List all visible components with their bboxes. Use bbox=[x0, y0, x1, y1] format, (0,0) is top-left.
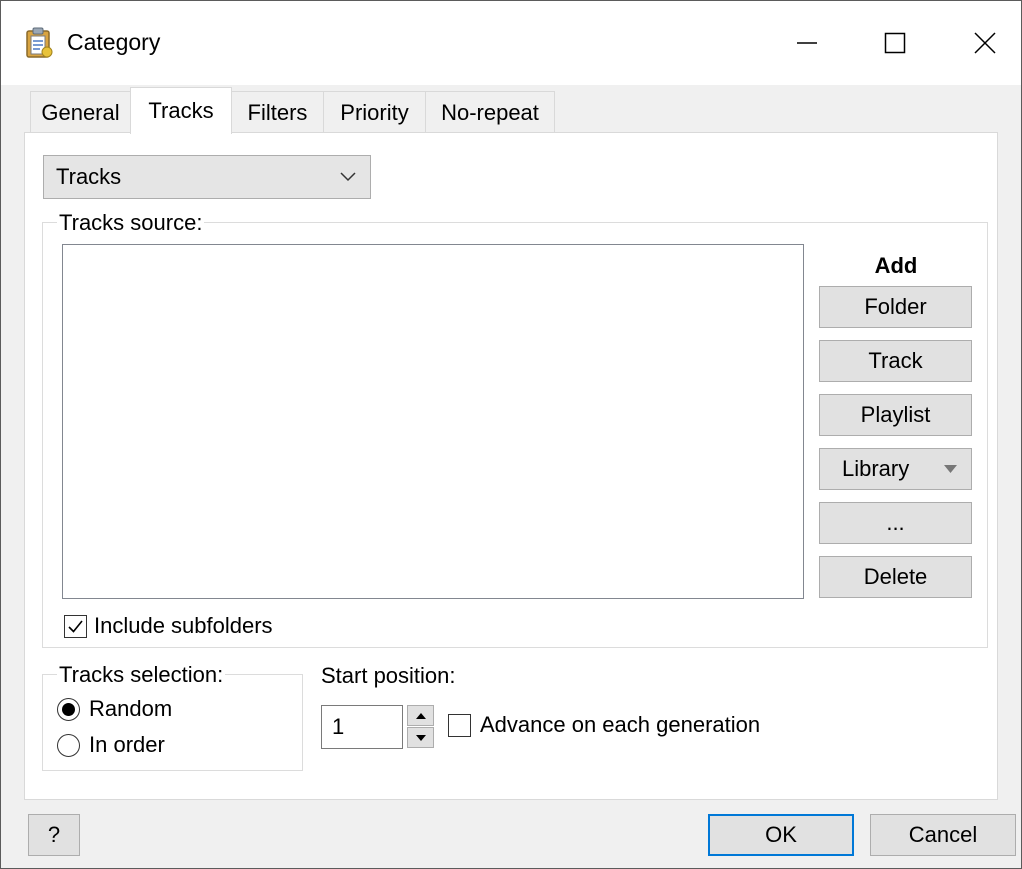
dropdown-arrow-icon bbox=[944, 465, 957, 473]
tab-no-repeat[interactable]: No-repeat bbox=[425, 91, 555, 133]
tab-tracks-label: Tracks bbox=[148, 98, 214, 123]
triangle-down-icon bbox=[415, 734, 426, 741]
clipboard-icon bbox=[25, 27, 53, 59]
add-library-label: Library bbox=[842, 456, 910, 481]
tab-general[interactable]: General bbox=[30, 91, 131, 133]
triangle-up-icon bbox=[415, 712, 426, 719]
add-track-label: Track bbox=[868, 348, 923, 373]
tab-general-label: General bbox=[41, 99, 120, 125]
random-label: Random bbox=[89, 696, 173, 721]
spin-up-button[interactable] bbox=[407, 705, 434, 726]
more-label: ... bbox=[886, 510, 905, 535]
source-type-value: Tracks bbox=[56, 164, 122, 189]
minimize-icon bbox=[797, 42, 817, 44]
ok-button[interactable]: OK bbox=[708, 814, 854, 856]
cancel-label: Cancel bbox=[908, 822, 978, 847]
add-heading: Add bbox=[874, 253, 918, 278]
in-order-radio[interactable] bbox=[57, 734, 80, 757]
title-bar[interactable]: Category bbox=[1, 1, 1021, 85]
advance-checkbox[interactable] bbox=[448, 714, 471, 737]
tab-priority[interactable]: Priority bbox=[323, 91, 426, 133]
include-subfolders-checkbox[interactable] bbox=[64, 615, 87, 638]
close-icon bbox=[974, 32, 996, 54]
tab-no-repeat-label: No-repeat bbox=[441, 99, 539, 125]
delete-button[interactable]: Delete bbox=[819, 556, 972, 598]
window-title: Category bbox=[67, 29, 161, 55]
add-playlist-label: Playlist bbox=[860, 402, 931, 427]
tracks-source-list[interactable] bbox=[62, 244, 804, 599]
tracks-selection-legend: Tracks selection: bbox=[57, 662, 226, 688]
more-button[interactable]: ... bbox=[819, 502, 972, 544]
add-playlist-button[interactable]: Playlist bbox=[819, 394, 972, 436]
start-position-value: 1 bbox=[332, 714, 345, 739]
in-order-label: In order bbox=[89, 732, 165, 757]
category-dialog: Category General Tracks Filters Priority bbox=[0, 0, 1022, 869]
maximize-button[interactable] bbox=[861, 1, 929, 85]
add-folder-label: Folder bbox=[864, 294, 927, 319]
close-button[interactable] bbox=[951, 1, 1019, 85]
include-subfolders-label: Include subfolders bbox=[94, 613, 273, 638]
tracks-source-legend: Tracks source: bbox=[57, 210, 205, 236]
cancel-button[interactable]: Cancel bbox=[870, 814, 1016, 856]
help-button[interactable]: ? bbox=[28, 814, 80, 856]
spin-down-button[interactable] bbox=[407, 727, 434, 748]
tab-tracks[interactable]: Tracks bbox=[130, 87, 232, 134]
delete-label: Delete bbox=[863, 564, 928, 589]
add-track-button[interactable]: Track bbox=[819, 340, 972, 382]
start-position-label: Start position: bbox=[321, 663, 456, 688]
tab-priority-label: Priority bbox=[340, 99, 409, 125]
checkmark-icon bbox=[68, 620, 83, 633]
ok-label: OK bbox=[765, 822, 797, 847]
add-library-button[interactable]: Library bbox=[819, 448, 972, 490]
random-radio[interactable] bbox=[57, 698, 80, 721]
advance-label: Advance on each generation bbox=[480, 712, 761, 737]
start-position-input[interactable]: 1 bbox=[321, 705, 403, 749]
help-label: ? bbox=[47, 822, 61, 847]
add-folder-button[interactable]: Folder bbox=[819, 286, 972, 328]
maximize-icon bbox=[884, 32, 906, 54]
source-type-dropdown[interactable]: Tracks bbox=[43, 155, 371, 199]
tab-filters-label: Filters bbox=[247, 99, 308, 125]
tracks-selection-group bbox=[42, 674, 303, 771]
minimize-button[interactable] bbox=[773, 1, 841, 85]
chevron-down-icon bbox=[340, 172, 356, 182]
tab-filters[interactable]: Filters bbox=[231, 91, 324, 133]
